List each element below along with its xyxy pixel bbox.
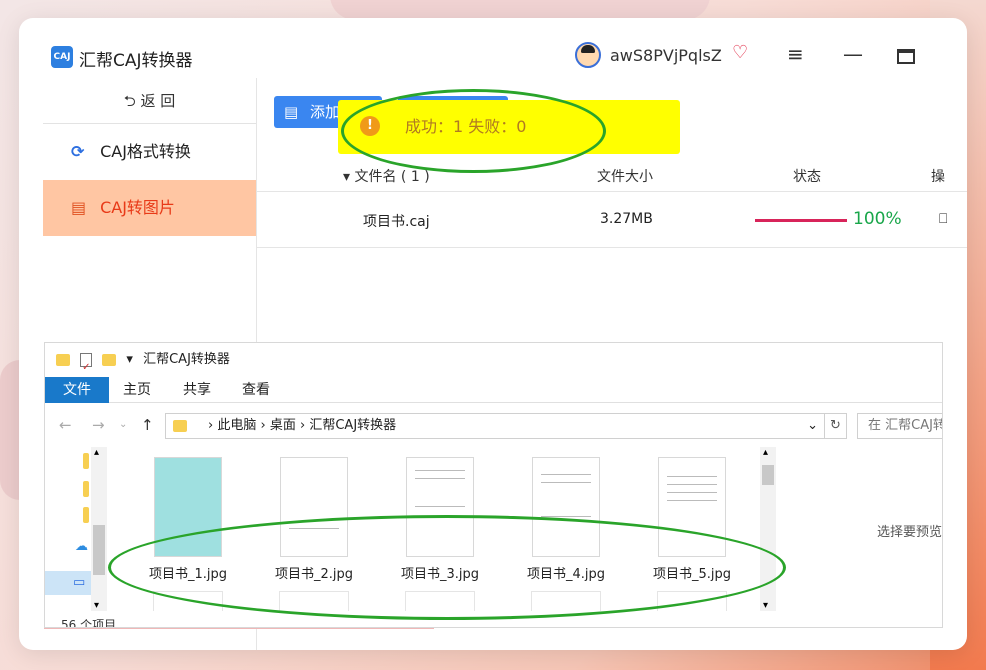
user-name[interactable]: awS8PVjPqlsZ	[610, 46, 722, 65]
file-thumbnail	[532, 457, 600, 557]
properties-icon[interactable]	[80, 351, 93, 385]
progress-percent: 100%	[853, 209, 902, 229]
new-folder-icon[interactable]	[102, 354, 117, 366]
file-explorer-window: ▾ 汇帮CAJ转换器 文件 主页 共享 查看 ← → ⌄ ↑ › 此电脑 › 桌…	[44, 342, 943, 628]
background-shape	[330, 0, 710, 20]
back-arrow-icon[interactable]: ←	[59, 416, 72, 434]
col-action: 操	[931, 169, 945, 185]
sidebar-item-caj-format[interactable]: ⟳ CAJ格式转换	[43, 124, 256, 180]
file-item[interactable]: 项目书_3.jpg	[392, 457, 488, 582]
search-input[interactable]: 在 汇帮CAJ转	[857, 413, 942, 439]
file-item[interactable]: 项目书_5.jpg	[644, 457, 740, 582]
preview-hint: 选择要预览	[877, 525, 943, 540]
sidebar-item-label: CAJ格式转换	[100, 142, 191, 161]
avatar[interactable]	[575, 42, 601, 68]
file-thumbnail	[658, 457, 726, 557]
file-item[interactable]: 项目书_1.jpg	[140, 457, 236, 582]
tab-home[interactable]: 主页	[123, 377, 151, 403]
folder-icon[interactable]	[83, 481, 89, 497]
file-item[interactable]	[657, 591, 727, 611]
computer-icon: ▭	[73, 575, 86, 590]
back-button[interactable]: ⮌ 返 回	[43, 78, 256, 124]
maximize-icon[interactable]	[897, 49, 915, 64]
minimize-icon[interactable]: —	[843, 42, 863, 66]
status-toast: ! 成功：1 失败：0	[338, 100, 680, 154]
menu-icon[interactable]: ≡	[787, 42, 804, 66]
col-status: 状态	[793, 169, 821, 185]
chevron-down-icon[interactable]: ⌄	[119, 419, 127, 430]
file-item[interactable]	[279, 591, 349, 611]
vip-heart-icon[interactable]: ♡	[732, 42, 748, 63]
chevron-down-icon[interactable]: ⌄	[807, 414, 818, 438]
app-title: 汇帮CAJ转换器	[79, 51, 193, 71]
address-bar[interactable]: › 此电脑 › 桌面 › 汇帮CAJ转换器 ⌄	[165, 413, 825, 439]
status-bar-count: 56 个项目	[61, 618, 117, 628]
breadcrumb-sep: ›	[300, 418, 310, 433]
table-row[interactable]: 项目书.caj 3.27MB 100% ⎕	[257, 192, 967, 248]
col-filename[interactable]: ▾ 文件名 ( 1 )	[343, 166, 430, 186]
navigation-scrollbar[interactable]: ▴ ▾	[91, 447, 107, 611]
breadcrumb-this-pc[interactable]: 此电脑	[217, 418, 256, 433]
forward-arrow-icon[interactable]: →	[92, 416, 105, 434]
file-item[interactable]: 项目书_4.jpg	[518, 457, 614, 582]
address-row: ← → ⌄ ↑ › 此电脑 › 桌面 › 汇帮CAJ转换器 ⌄ ↻ 在 汇帮CA…	[45, 411, 942, 441]
refresh-icon[interactable]: ↻	[825, 413, 847, 439]
scroll-up-icon[interactable]: ▴	[94, 447, 99, 458]
file-name: 项目书_3.jpg	[400, 567, 480, 582]
dropdown-icon[interactable]: ▾	[126, 343, 133, 377]
scrollbar-thumb[interactable]	[93, 525, 105, 575]
folder-icon	[56, 354, 70, 366]
refresh-icon: ⟳	[71, 142, 85, 161]
scrollbar-thumb[interactable]	[762, 465, 774, 485]
folder-icon[interactable]	[83, 507, 89, 523]
info-icon: !	[360, 116, 380, 136]
folder-icon[interactable]	[83, 453, 89, 469]
progress-bar	[755, 219, 847, 222]
breadcrumb-folder[interactable]: 汇帮CAJ转换器	[309, 418, 396, 433]
file-name: 项目书.caj	[363, 214, 430, 230]
scroll-down-icon[interactable]: ▾	[94, 600, 99, 611]
table-header: ▾ 文件名 ( 1 ) 文件大小 状态 操	[257, 164, 967, 192]
folder-icon	[173, 420, 187, 432]
breadcrumb-sep: ›	[208, 418, 218, 433]
action-icon[interactable]: ⎕	[939, 211, 947, 227]
file-thumbnail	[406, 457, 474, 557]
cloud-icon[interactable]: ☁	[75, 539, 88, 554]
file-item[interactable]	[531, 591, 601, 611]
ribbon: 文件 主页 共享 查看	[45, 377, 942, 403]
file-thumbnail	[280, 457, 348, 557]
document-icon: ▤	[71, 198, 87, 217]
file-name: 项目书_4.jpg	[526, 567, 606, 582]
file-name: 项目书_1.jpg	[148, 567, 228, 582]
col-filesize: 文件大小	[597, 169, 653, 185]
file-item[interactable]	[153, 591, 223, 611]
file-grid-scrollbar[interactable]: ▴ ▾	[760, 447, 776, 611]
scroll-down-icon[interactable]: ▾	[763, 600, 768, 611]
tab-view[interactable]: 查看	[242, 377, 270, 403]
file-thumbnail	[154, 457, 222, 557]
breadcrumb-desktop[interactable]: 桌面	[270, 418, 296, 433]
up-arrow-icon[interactable]: ↑	[141, 416, 154, 434]
file-grid: 项目书_1.jpg 项目书_2.jpg 项目书_3.jpg 项目书_4.jpg …	[140, 457, 770, 617]
tab-file[interactable]: 文件	[45, 377, 109, 403]
file-item[interactable]: 项目书_2.jpg	[266, 457, 362, 582]
file-item[interactable]	[405, 591, 475, 611]
tab-share[interactable]: 共享	[183, 377, 211, 403]
explorer-title: 汇帮CAJ转换器	[143, 352, 230, 367]
add-file-icon: ▤	[284, 103, 299, 121]
sidebar-item-label: CAJ转图片	[100, 198, 175, 217]
explorer-title-bar: ▾ 汇帮CAJ转换器	[45, 343, 942, 385]
title-bar: CAJ 汇帮CAJ转换器 awS8PVjPqlsZ ♡ ≡ —	[19, 18, 967, 78]
sidebar-item-caj-image[interactable]: ▤ CAJ转图片	[43, 180, 256, 236]
scroll-up-icon[interactable]: ▴	[763, 447, 768, 458]
file-name: 项目书_2.jpg	[274, 567, 354, 582]
toast-text: 成功：1 失败：0	[405, 117, 527, 136]
app-logo-icon: CAJ	[51, 46, 73, 68]
file-name: 项目书_5.jpg	[652, 567, 732, 582]
breadcrumb-sep: ›	[260, 418, 270, 433]
file-size: 3.27MB	[600, 211, 653, 227]
